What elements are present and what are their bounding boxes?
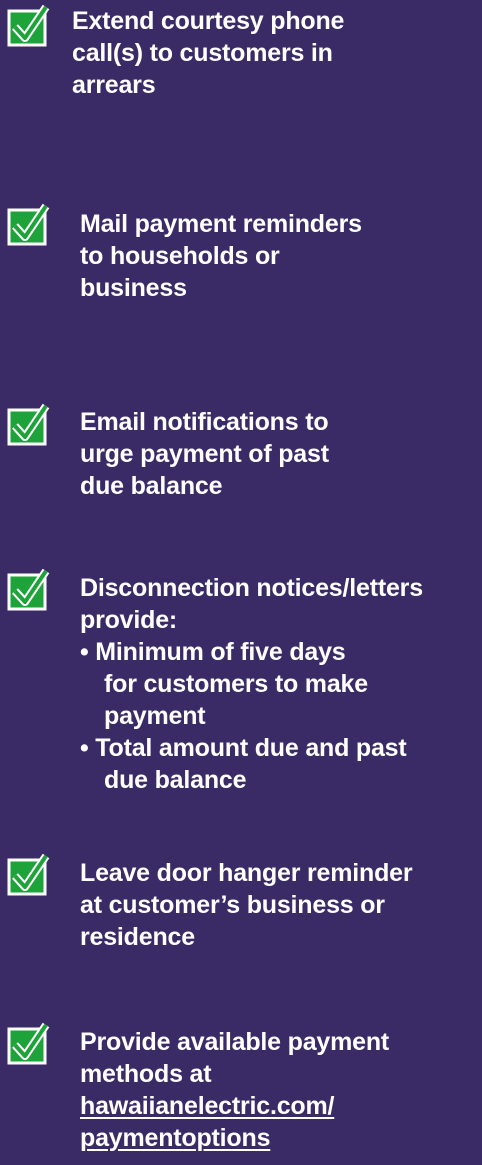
bullet-item-minimum-days: • Minimum of five days — [80, 638, 346, 666]
bullet-item-continuation: for customers to make — [104, 670, 368, 698]
text-line: to households or — [80, 242, 280, 270]
text-line: Extend courtesy phone — [72, 7, 345, 35]
text-line: provide: — [80, 606, 178, 634]
checkbox-checked-icon — [7, 4, 50, 47]
bullet-item-total-amount: • Total amount due and past — [80, 734, 407, 762]
checkbox-checked-icon — [7, 1022, 50, 1065]
checklist-text: Disconnection notices/letters provide: •… — [80, 572, 423, 796]
text-line: Disconnection notices/letters — [80, 574, 423, 602]
text-line: due balance — [80, 472, 223, 500]
text-line: at customer’s business or — [80, 891, 385, 919]
checklist-text: Email notifications to urge payment of p… — [80, 406, 329, 502]
checklist-text: Provide available payment methods at haw… — [80, 1026, 389, 1154]
text-line: call(s) to customers in — [72, 39, 333, 67]
checkbox-checked-icon — [7, 403, 50, 446]
checklist-text: Extend courtesy phone call(s) to custome… — [72, 5, 344, 101]
text-line: methods at — [80, 1060, 212, 1088]
text-line: Mail payment reminders — [80, 210, 362, 238]
bullet-item-continuation: due balance — [104, 766, 247, 794]
text-line: arrears — [72, 71, 156, 99]
checkbox-checked-icon — [7, 203, 50, 246]
checklist-text: Mail payment reminders to households or … — [80, 208, 362, 304]
text-line: Email notifications to — [80, 408, 329, 436]
text-line: Leave door hanger reminder — [80, 859, 413, 887]
text-line: residence — [80, 923, 195, 951]
text-line: business — [80, 274, 187, 302]
text-line: urge payment of past — [80, 440, 329, 468]
text-line: Provide available payment — [80, 1028, 390, 1056]
payment-options-link[interactable]: hawaiianelectric.com/ — [80, 1090, 389, 1122]
bullet-item-continuation: payment — [104, 702, 206, 730]
checkbox-checked-icon — [7, 568, 50, 611]
payment-options-link-continued[interactable]: paymentoptions — [80, 1122, 389, 1154]
checkbox-checked-icon — [7, 853, 50, 896]
checklist-text: Leave door hanger reminder at customer’s… — [80, 857, 413, 953]
